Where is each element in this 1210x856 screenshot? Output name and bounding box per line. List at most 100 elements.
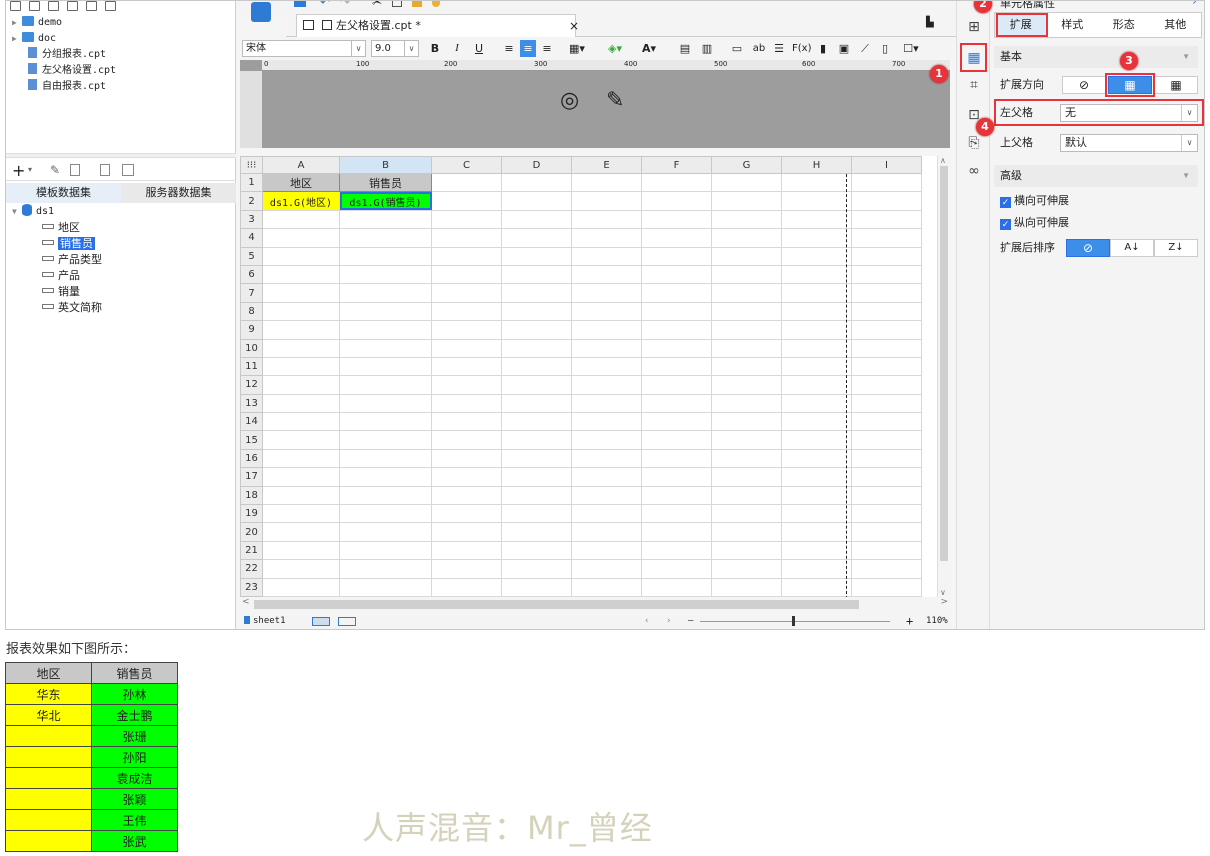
cell[interactable] [851, 467, 922, 487]
cell[interactable] [711, 338, 782, 358]
next-icon[interactable]: › [666, 612, 671, 629]
column-header[interactable]: F [641, 156, 712, 174]
cell[interactable] [851, 283, 922, 303]
collapse-arrow-icon[interactable]: ▼ [12, 204, 22, 220]
add-sheet-icon[interactable] [312, 617, 330, 626]
cell[interactable] [641, 448, 712, 469]
trash-icon[interactable] [70, 164, 80, 176]
cell[interactable] [711, 191, 782, 211]
cell[interactable] [641, 191, 712, 211]
row-header[interactable]: 23 [240, 577, 263, 597]
cell[interactable] [851, 577, 922, 597]
chevron-right-icon[interactable]: > [940, 597, 948, 607]
cell[interactable] [431, 540, 502, 561]
condition-icon[interactable]: ⎘ [964, 133, 984, 153]
cell[interactable] [641, 467, 712, 487]
cell[interactable] [431, 191, 502, 211]
tree-folder-demo[interactable]: ▶ demo [12, 15, 62, 31]
row-header[interactable]: 20 [240, 522, 263, 542]
unmerge-icon[interactable]: ▥ [700, 40, 714, 57]
cell[interactable] [711, 320, 782, 340]
sort-desc-icon[interactable]: Z↓ [1154, 239, 1198, 257]
cell[interactable] [781, 264, 852, 285]
column-header[interactable]: G [711, 156, 782, 174]
tab-style[interactable]: 样式 [1047, 13, 1099, 37]
cell[interactable] [781, 393, 852, 414]
cell[interactable] [339, 577, 432, 597]
cell[interactable] [262, 393, 340, 414]
undo-icon[interactable]: ↶ [320, 1, 330, 9]
cell[interactable] [571, 228, 642, 248]
cell[interactable] [571, 172, 642, 193]
h-expandable-checkbox[interactable]: ✓ 横向可伸展 [1000, 194, 1069, 208]
column-header[interactable]: C [431, 156, 502, 174]
cell[interactable] [571, 504, 642, 524]
cell[interactable] [339, 246, 432, 266]
cell[interactable] [431, 485, 502, 506]
tab-template-dataset[interactable]: 模板数据集 [6, 183, 121, 203]
chevron-down-icon[interactable]: ∨ [351, 41, 365, 56]
cell[interactable] [431, 264, 502, 285]
cell[interactable] [571, 338, 642, 358]
cell[interactable] [711, 209, 782, 230]
cell[interactable] [501, 504, 572, 524]
cell-a2[interactable]: ds1.G(地区) [262, 191, 340, 211]
row-header[interactable]: 2 [240, 191, 263, 211]
cell[interactable] [339, 393, 432, 414]
cell[interactable] [501, 467, 572, 487]
cell[interactable] [781, 301, 852, 322]
paste-icon[interactable] [412, 1, 422, 7]
row-header[interactable]: 1 [240, 172, 263, 193]
cell[interactable] [711, 467, 782, 487]
cell[interactable] [641, 264, 712, 285]
cell[interactable] [781, 485, 852, 506]
expand-arrow-icon[interactable]: ▶ [12, 31, 22, 47]
cell[interactable] [501, 375, 572, 395]
row-header[interactable]: 14 [240, 412, 263, 432]
preview-icon[interactable] [100, 164, 110, 176]
cell[interactable] [571, 467, 642, 487]
cell[interactable] [851, 393, 922, 414]
text-icon[interactable]: ab [750, 40, 768, 57]
redo-icon[interactable]: ↷ [340, 1, 350, 9]
row-header[interactable]: 10 [240, 338, 263, 358]
cell[interactable] [339, 283, 432, 303]
cell[interactable] [711, 356, 782, 377]
cell[interactable] [262, 485, 340, 506]
cell[interactable] [262, 301, 340, 322]
row-header[interactable]: 15 [240, 430, 263, 450]
cell[interactable] [431, 356, 502, 377]
add-dataset-icon[interactable]: + [12, 161, 25, 180]
row-header[interactable]: 13 [240, 393, 263, 414]
formula-icon[interactable]: F(x) [792, 40, 811, 57]
scroll-thumb[interactable] [940, 166, 948, 561]
cell[interactable] [711, 559, 782, 579]
v-expandable-checkbox[interactable]: ✓ 纵向可伸展 [1000, 216, 1069, 230]
cell[interactable] [641, 172, 712, 193]
cell[interactable] [262, 577, 340, 597]
cell[interactable] [501, 246, 572, 266]
cell[interactable] [851, 559, 922, 579]
zoom-slider[interactable] [700, 621, 890, 622]
cell[interactable] [711, 540, 782, 561]
cell[interactable] [262, 430, 340, 450]
cell[interactable] [851, 320, 922, 340]
align-center-icon[interactable]: ≡ [520, 40, 536, 57]
chevron-down-icon[interactable]: ∨ [940, 588, 946, 597]
cell[interactable] [851, 246, 922, 266]
underline-icon[interactable]: U [472, 40, 486, 57]
align-right-icon[interactable]: ≡ [540, 40, 554, 57]
cell-b2-selected[interactable]: ds1.G(销售员) [339, 191, 432, 211]
horizontal-scrollbar[interactable]: < > [240, 597, 950, 611]
pencil-edit-icon[interactable]: ✎ [606, 88, 624, 113]
template-icon[interactable] [251, 2, 271, 22]
refresh-icon[interactable] [29, 1, 40, 11]
column-header[interactable]: D [501, 156, 572, 174]
hidden-eye-icon[interactable]: ◎ [560, 88, 579, 113]
field-item[interactable]: 英文简称 [42, 300, 102, 316]
cell[interactable] [641, 228, 712, 248]
cell[interactable] [262, 375, 340, 395]
cell[interactable] [641, 393, 712, 414]
cell[interactable] [781, 375, 852, 395]
cell[interactable] [641, 246, 712, 266]
